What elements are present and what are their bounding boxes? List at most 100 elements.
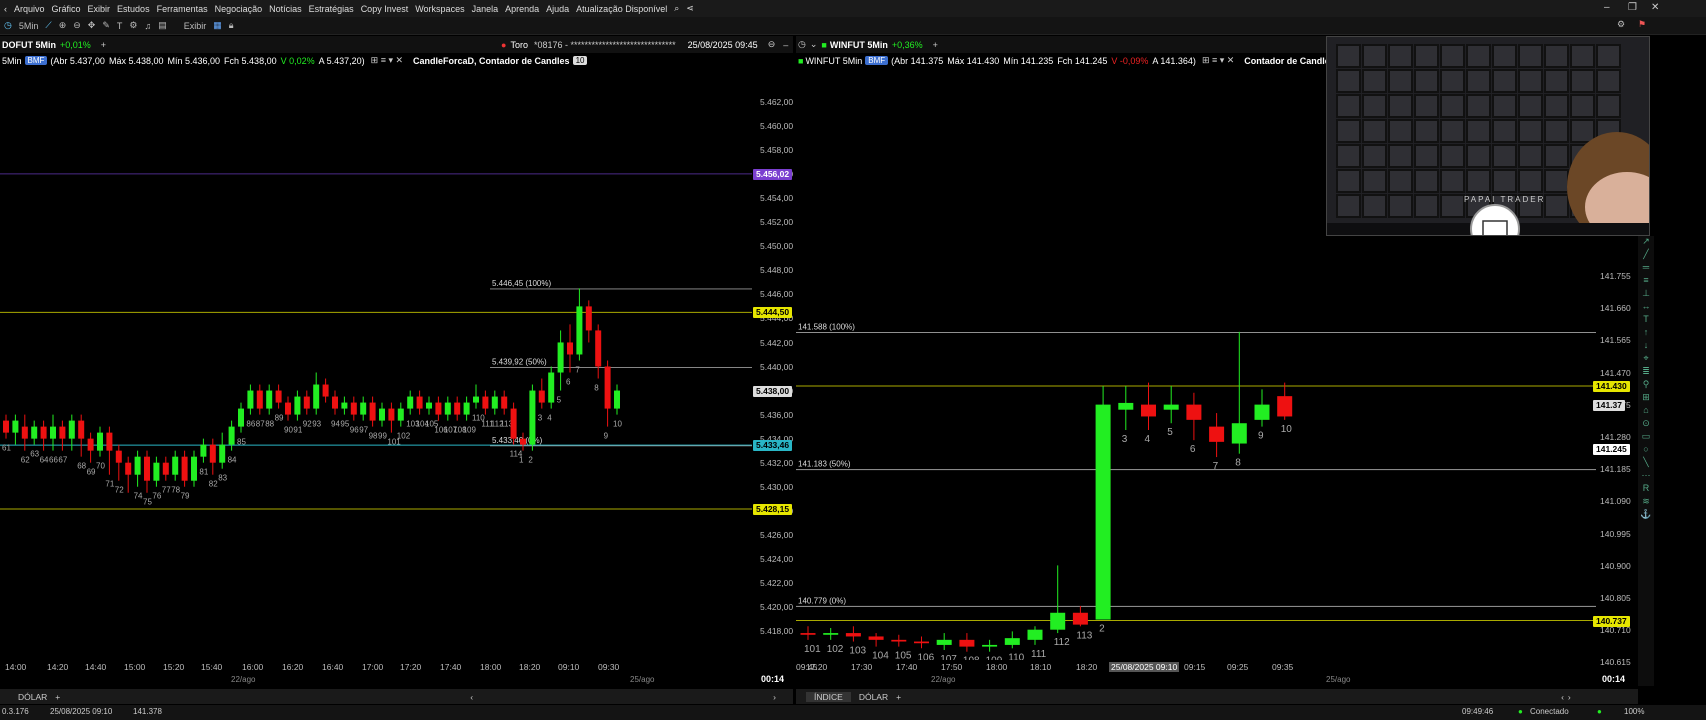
symbol-label[interactable]: WINFUT 5Min: [830, 40, 888, 50]
zoom-out-icon[interactable]: ⊖: [73, 20, 81, 31]
restore-icon[interactable]: ❐: [1628, 2, 1637, 13]
drawing-tool-icon[interactable]: ≋: [1638, 496, 1654, 509]
interval-selector[interactable]: 5Min: [19, 21, 39, 31]
chart-panel-dofut[interactable]: DOFUT 5Min +0,01% + ● Toro *08176 - ****…: [0, 36, 793, 688]
expand-icon[interactable]: ⌄: [810, 39, 818, 50]
menu-item[interactable]: Estudos: [117, 4, 150, 14]
drawing-tool-icon[interactable]: T: [1638, 314, 1654, 327]
time-tick: 14:40: [85, 662, 107, 672]
text-icon[interactable]: T: [117, 21, 123, 31]
menu-item[interactable]: Arquivo: [14, 4, 45, 14]
menu-item[interactable]: Workspaces: [415, 4, 464, 14]
drawing-tool-icon[interactable]: ↑: [1638, 327, 1654, 340]
connection-status: Conectado: [1530, 707, 1569, 716]
change-label: +0,36%: [891, 39, 923, 50]
tab-dolar[interactable]: DÓLAR: [10, 692, 55, 702]
drawing-tool-icon[interactable]: ⌖: [1638, 353, 1654, 366]
add-tab-icon[interactable]: +: [896, 692, 901, 702]
lock-icon[interactable]: 🔒︎: [229, 20, 234, 31]
drawing-tool-icon[interactable]: ⊙: [1638, 418, 1654, 431]
price-tick: 5.440,00: [760, 361, 793, 372]
menu-item[interactable]: Estratégias: [309, 4, 354, 14]
tab-indice[interactable]: ÍNDICE: [806, 691, 851, 702]
candle-body: [256, 390, 263, 409]
wall-tile: [1596, 44, 1621, 68]
drawing-tool-icon[interactable]: ≡: [1638, 275, 1654, 288]
drawing-tool-icon[interactable]: ⋯: [1638, 470, 1654, 483]
drawing-tool-icon[interactable]: ⌂: [1638, 405, 1654, 418]
cursor-icon[interactable]: ✥: [88, 20, 96, 31]
candle-body: [426, 402, 432, 409]
drawing-tool-icon[interactable]: ↗: [1638, 236, 1654, 249]
candle-count: 78: [171, 486, 180, 495]
gear-icon[interactable]: ⚙: [1617, 19, 1625, 30]
candle-body: [435, 402, 442, 415]
drawing-tool-icon[interactable]: ═: [1638, 262, 1654, 275]
bell-icon[interactable]: ♫: [144, 21, 151, 31]
drawing-tool-icon[interactable]: ╱: [1638, 249, 1654, 262]
drawing-tool-icon[interactable]: R: [1638, 483, 1654, 496]
menu-item[interactable]: Negociação: [215, 4, 263, 14]
add-chart-icon[interactable]: +: [933, 40, 938, 50]
exibir-button[interactable]: Exibir: [184, 21, 207, 31]
menu-item[interactable]: Copy Invest: [361, 4, 409, 14]
drawing-tool-icon[interactable]: ↓: [1638, 340, 1654, 353]
studies-label[interactable]: CandleForcaD, Contador de Candles: [413, 56, 570, 66]
menu-item[interactable]: Atualização Disponível: [576, 4, 667, 14]
studies-label[interactable]: Contador de Candles: [1244, 56, 1335, 66]
search-icon[interactable]: ⌕: [674, 3, 679, 14]
back-icon[interactable]: ‹: [4, 4, 7, 14]
candle-body: [407, 396, 414, 409]
line-tool-icon[interactable]: ⟋: [45, 20, 51, 31]
layout-icon[interactable]: ▦: [213, 20, 222, 31]
ruler-icon[interactable]: ▤: [158, 20, 167, 31]
drawing-tool-icon[interactable]: ⊥: [1638, 288, 1654, 301]
drawing-icon[interactable]: ✎: [102, 20, 110, 31]
study-settings-icon[interactable]: ⊞ ≡ ▾ ✕: [1202, 55, 1234, 66]
add-tab-icon[interactable]: +: [55, 692, 60, 702]
zoom-in-icon[interactable]: ⊕: [59, 20, 67, 31]
price-axis[interactable]: 5.462,005.460,005.458,005.456,005.454,00…: [752, 68, 793, 660]
menu-item[interactable]: Notícias: [269, 4, 302, 14]
add-chart-icon[interactable]: +: [101, 40, 106, 50]
minimize-icon[interactable]: –: [1604, 2, 1610, 13]
right-symbol-tabs: ÍNDICE DÓLAR + ‹ ›: [796, 689, 1638, 704]
drawing-tool-icon[interactable]: ○: [1638, 444, 1654, 457]
menu-item[interactable]: Exibir: [88, 4, 111, 14]
interval-icon[interactable]: ◷: [4, 20, 12, 31]
menu-item[interactable]: Aprenda: [505, 4, 539, 14]
menu-item[interactable]: Ajuda: [546, 4, 569, 14]
drawing-tool-icon[interactable]: ⊞: [1638, 392, 1654, 405]
menu-item[interactable]: Gráfico: [52, 4, 81, 14]
panel-minus-icon[interactable]: –: [783, 40, 788, 50]
zoom-level: 100%: [1624, 707, 1645, 716]
menu-item[interactable]: Ferramentas: [157, 4, 208, 14]
close-icon[interactable]: ✕: [1651, 2, 1659, 13]
drawing-tool-icon[interactable]: ⚲: [1638, 379, 1654, 392]
clock-icon[interactable]: ◷: [798, 39, 806, 50]
scroll-left-icon[interactable]: ‹: [1561, 692, 1564, 702]
drawing-tool-icon[interactable]: ↔: [1638, 301, 1654, 314]
candles-plot[interactable]: 5.446,45 (100%)5.439,92 (50%)5.433,40 (0…: [0, 68, 752, 660]
drawing-tool-icon[interactable]: ≣: [1638, 366, 1654, 379]
close-value: Fch 141.245: [1057, 55, 1108, 66]
drawing-tool-icon[interactable]: ▭: [1638, 431, 1654, 444]
study-settings-icon[interactable]: ⊞ ≡ ▾ ✕: [371, 55, 403, 66]
scroll-left-icon[interactable]: ‹: [470, 692, 473, 702]
panel-minimize-icon[interactable]: ⊖: [768, 39, 776, 50]
tab-dolar[interactable]: DÓLAR: [851, 692, 896, 702]
drawing-tool-icon[interactable]: ╲: [1638, 457, 1654, 470]
menu-item[interactable]: Janela: [472, 4, 499, 14]
symbol-label[interactable]: DOFUT 5Min: [2, 40, 56, 50]
candle-body: [115, 450, 122, 463]
zoom-toggle-icon[interactable]: ●: [1597, 707, 1602, 716]
time-axis[interactable]: 14:00 14:20 14:40 15:00 15:20 15:40 16:00 16:20…: [0, 660, 752, 688]
share-icon[interactable]: ⋖: [686, 3, 694, 14]
scroll-right-icon[interactable]: ›: [773, 692, 776, 702]
drawing-tool-icon[interactable]: ⚓: [1638, 509, 1654, 522]
left-symbol-tabs: DÓLAR + ‹ ›: [0, 689, 793, 704]
screenshot-icon[interactable]: ⚑: [1638, 19, 1646, 30]
time-axis[interactable]: 17:20 17:30 17:40 17:50 18:00 18:10 18:20 25/08…: [796, 660, 1596, 688]
settings-icon[interactable]: ⚙: [129, 20, 137, 31]
scroll-right-icon[interactable]: ›: [1568, 692, 1571, 702]
